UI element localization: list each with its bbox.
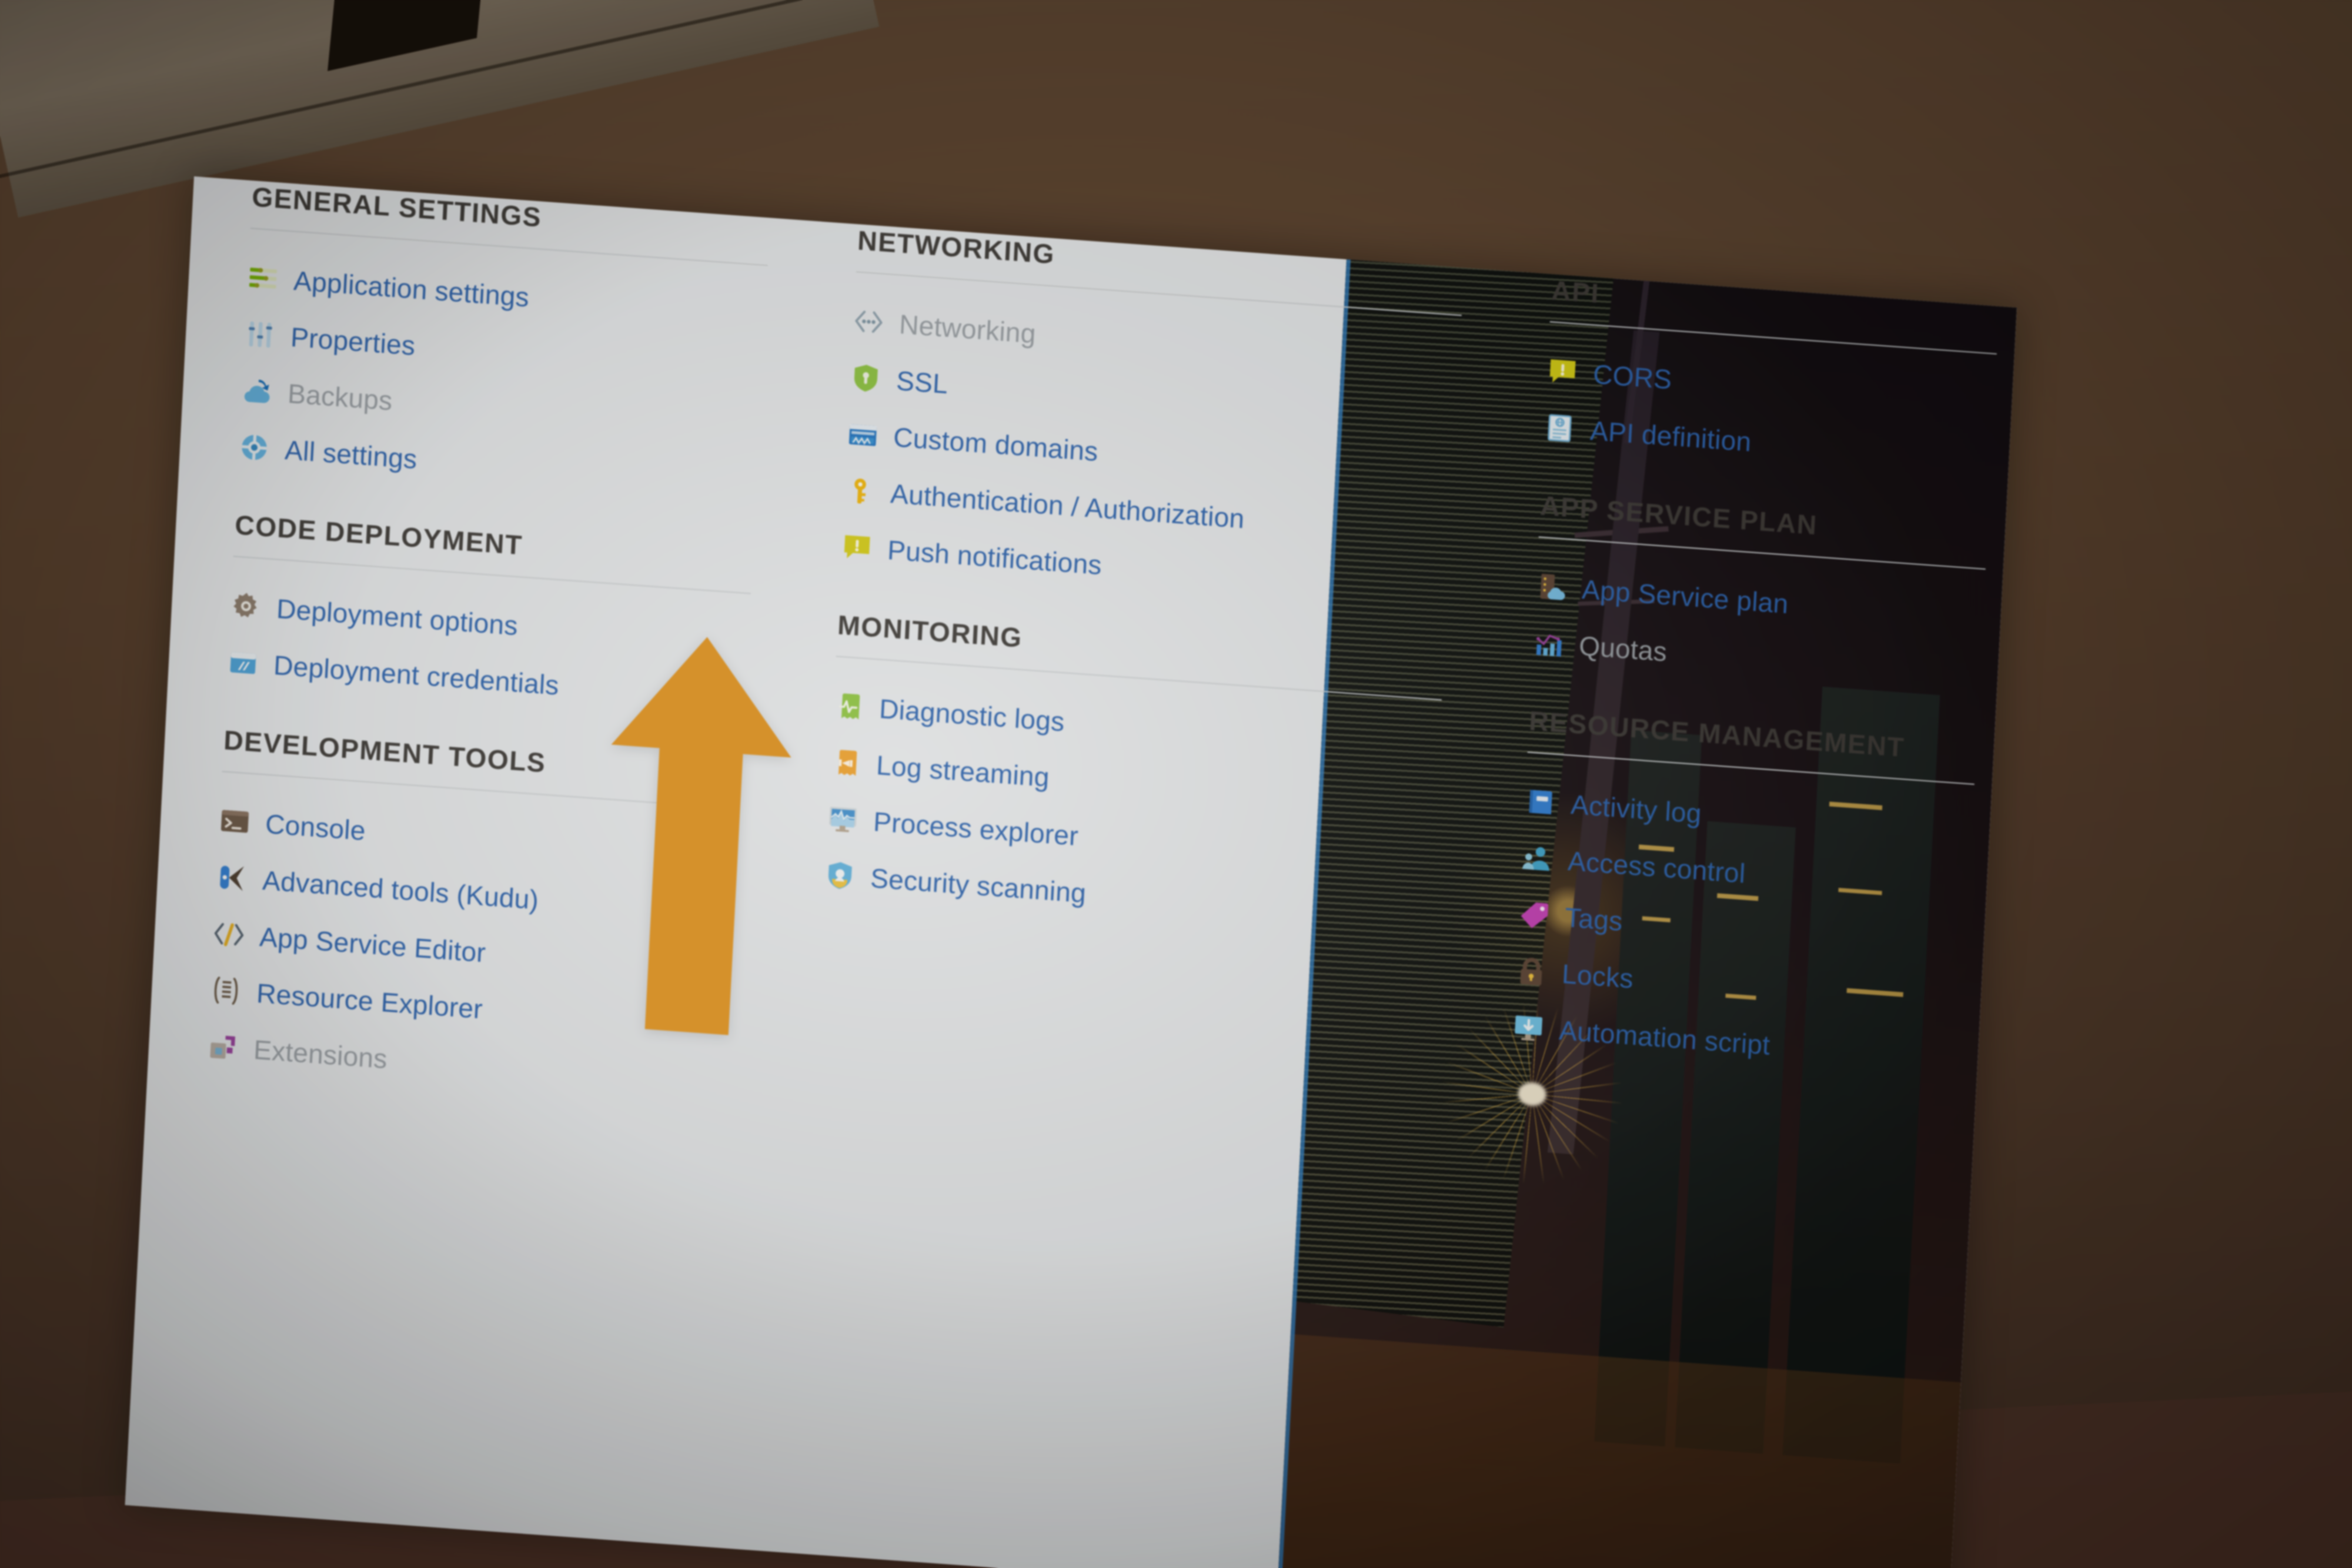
settings-item-label: SSL bbox=[896, 365, 949, 400]
settings-columns: GENERAL SETTINGS Application settings Prop… bbox=[125, 176, 2017, 1568]
settings-item-label: Advanced tools (Kudu) bbox=[262, 864, 540, 915]
settings-item-label: Properties bbox=[290, 321, 416, 362]
azure-settings-board: GENERAL SETTINGS Application settings Prop… bbox=[125, 176, 2017, 1568]
settings-item-label: Deployment options bbox=[276, 593, 519, 641]
sliders-green-icon bbox=[247, 262, 279, 295]
settings-item-label: Automation script bbox=[1558, 1014, 1771, 1061]
settings-item-label: Backups bbox=[287, 377, 393, 416]
activity-log-icon bbox=[1524, 785, 1556, 818]
settings-item-label: Diagnostic logs bbox=[878, 693, 1065, 737]
settings-item-label: Quotas bbox=[1578, 630, 1668, 667]
settings-item-label: Extensions bbox=[253, 1034, 388, 1075]
automation-script-icon bbox=[1512, 1011, 1545, 1044]
settings-item-label: Deployment credentials bbox=[273, 649, 560, 701]
room-scene: GENERAL SETTINGS Application settings Prop… bbox=[0, 0, 2352, 1568]
settings-group: MONITORING Diagnostic logs Log streaming Pr… bbox=[823, 609, 1444, 946]
settings-item-label: App Service Editor bbox=[259, 921, 487, 968]
settings-group: GENERAL SETTINGS Application settings Prop… bbox=[238, 180, 770, 511]
kudu-icon bbox=[216, 861, 248, 894]
app-service-plan-icon bbox=[1535, 570, 1568, 603]
projected-slide: GENERAL SETTINGS Application settings Prop… bbox=[125, 176, 2017, 1568]
settings-item-label: Application settings bbox=[293, 265, 530, 313]
group-title: RESOURCE MANAGEMENT bbox=[1528, 705, 1906, 763]
settings-group: RESOURCE MANAGEMENT Activity log Access co… bbox=[1512, 704, 1977, 1087]
settings-item-label: Console bbox=[265, 808, 366, 847]
column-3: API CORS API definition APP SERVICE PLAN App… bbox=[1510, 274, 1999, 1121]
cloud-backup-icon bbox=[241, 375, 273, 407]
settings-item-label: Activity log bbox=[1570, 788, 1703, 829]
api-definition-icon bbox=[1544, 412, 1576, 444]
log-streaming-icon bbox=[830, 746, 862, 779]
custom-domains-icon bbox=[847, 418, 879, 451]
settings-item-label: All settings bbox=[284, 434, 418, 475]
key-icon bbox=[844, 474, 876, 507]
diagnostic-logs-icon bbox=[833, 690, 865, 723]
settings-item-label: App Service plan bbox=[1581, 573, 1789, 620]
settings-item-label: Custom domains bbox=[893, 421, 1099, 467]
settings-item-label: API definition bbox=[1589, 414, 1752, 457]
cors-icon bbox=[1546, 355, 1579, 388]
quotas-chart-icon bbox=[1532, 627, 1565, 660]
security-scanning-icon bbox=[824, 859, 856, 892]
lock-icon bbox=[1515, 955, 1548, 988]
code-editor-icon bbox=[213, 918, 245, 951]
settings-item-label: CORS bbox=[1592, 358, 1673, 395]
orange-up-arrow-annotation bbox=[589, 620, 804, 1045]
networking-icon bbox=[853, 305, 885, 338]
group-title: APP SERVICE PLAN bbox=[1539, 490, 1819, 541]
settings-group: APP SERVICE PLAN App Service plan Quotas bbox=[1532, 489, 1988, 703]
extensions-icon bbox=[207, 1031, 239, 1064]
ssl-shield-icon bbox=[850, 362, 882, 394]
settings-item-label: Networking bbox=[898, 308, 1037, 349]
column-2: NETWORKING Networking SSL Custom domains Aut… bbox=[821, 224, 1464, 980]
resource-explorer-icon bbox=[210, 974, 242, 1007]
group-title: CODE DEPLOYMENT bbox=[234, 509, 524, 561]
settings-item-label: Push notifications bbox=[887, 534, 1103, 581]
gear-icon bbox=[230, 590, 262, 623]
access-users-icon bbox=[1521, 842, 1553, 875]
push-notification-icon bbox=[841, 531, 873, 564]
settings-item-label: Access control bbox=[1567, 845, 1746, 889]
settings-group: NETWORKING Networking SSL Custom domains Aut… bbox=[840, 224, 1464, 618]
vertical-sliders-icon bbox=[244, 318, 276, 351]
credentials-icon bbox=[227, 646, 259, 679]
console-icon bbox=[219, 805, 251, 838]
tag-icon bbox=[1518, 898, 1551, 931]
settings-item-label: Process explorer bbox=[873, 805, 1080, 852]
process-explorer-icon bbox=[827, 803, 859, 835]
settings-item-label: Security scanning bbox=[870, 862, 1087, 909]
settings-item-label: Tags bbox=[1564, 901, 1623, 937]
settings-group: API CORS API definition bbox=[1543, 274, 1999, 487]
settings-item-label: Log streaming bbox=[876, 749, 1050, 793]
all-settings-icon bbox=[238, 431, 270, 464]
settings-item-label: Locks bbox=[1561, 958, 1634, 994]
settings-item-label: Resource Explorer bbox=[256, 977, 484, 1025]
